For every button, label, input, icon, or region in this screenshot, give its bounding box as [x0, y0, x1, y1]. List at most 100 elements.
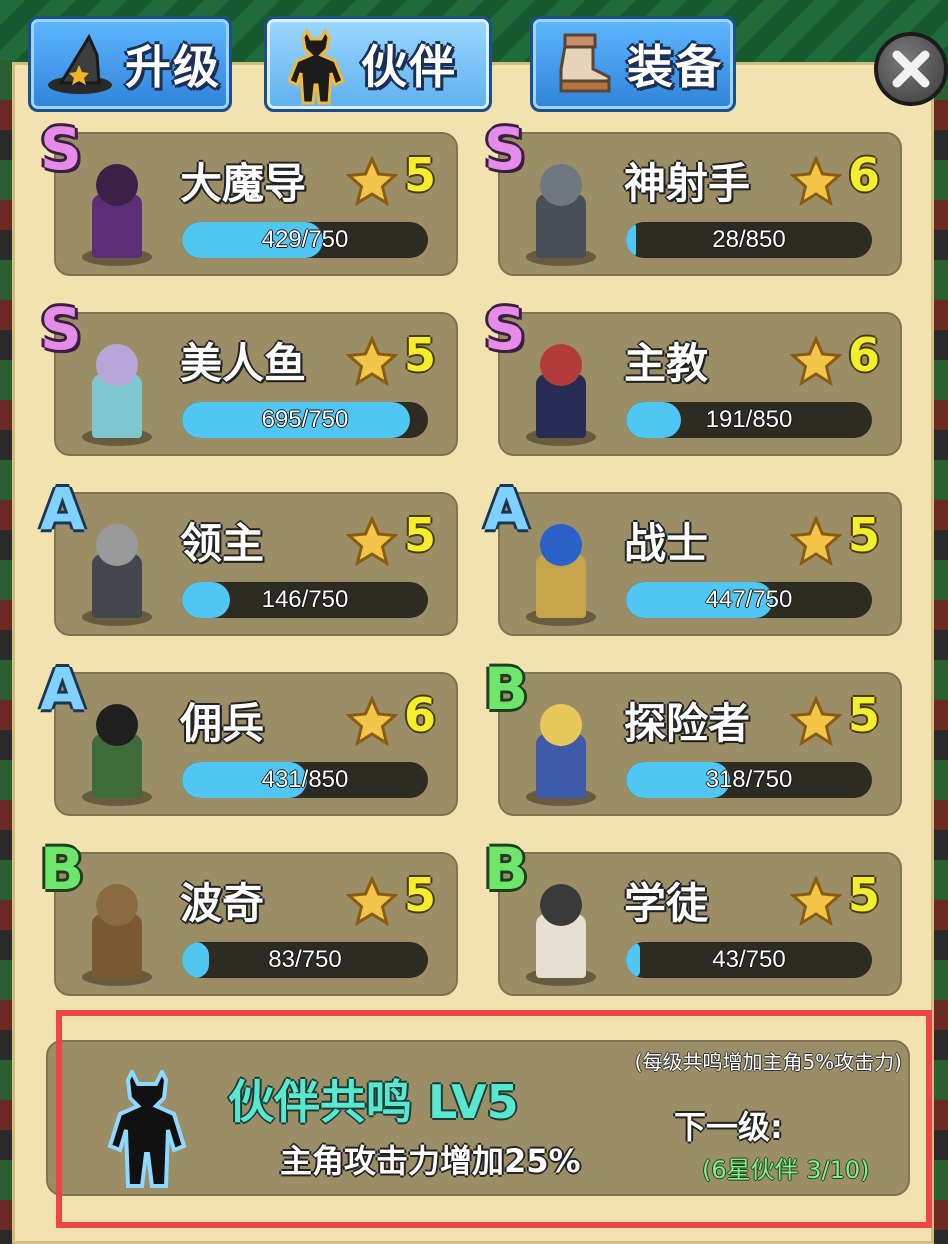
background-right-edge [934, 60, 948, 1244]
star-icon [790, 156, 842, 206]
grade-badge: S [484, 115, 526, 183]
portrait-head [96, 704, 138, 746]
progress-bar: 318/750 [626, 762, 872, 798]
partner-card-1[interactable]: S 大魔导 5 429/750 [40, 120, 458, 276]
partner-portrait [76, 334, 158, 446]
progress-bar: 447/750 [626, 582, 872, 618]
partner-portrait [76, 694, 158, 806]
close-button[interactable] [874, 32, 948, 106]
star-count: 6 [848, 148, 881, 202]
progress-text: 43/750 [712, 946, 786, 973]
progress-text: 83/750 [268, 946, 342, 973]
star-count: 5 [848, 688, 881, 742]
progress-text: 447/750 [705, 586, 793, 613]
tab-equipment[interactable]: 装备 [530, 16, 736, 112]
partner-name: 波奇 [180, 879, 265, 928]
star-count: 5 [404, 148, 437, 202]
partner-name: 学徒 [624, 879, 709, 928]
progress-text: 28/850 [712, 226, 786, 253]
star-icon [346, 336, 398, 386]
tab-equipment-label: 装备 [627, 40, 723, 94]
grade-badge: A [40, 655, 85, 723]
portrait-head [540, 344, 582, 386]
star-count: 5 [848, 868, 881, 922]
star-icon [346, 516, 398, 566]
partner-silhouette-icon [281, 28, 351, 105]
star-count: 6 [848, 328, 881, 382]
partner-portrait [520, 694, 602, 806]
resonance-note: (每级共鸣增加主角5%攻击力) [634, 1050, 902, 1074]
tab-upgrade[interactable]: 升级 [28, 16, 232, 112]
star-icon [346, 696, 398, 746]
star-icon [790, 876, 842, 926]
partner-portrait [520, 334, 602, 446]
progress-bar: 431/850 [182, 762, 428, 798]
partner-card-3[interactable]: S 美人鱼 5 695/750 [40, 300, 458, 456]
progress-text: 191/850 [705, 406, 793, 433]
partner-name: 领主 [180, 519, 265, 568]
portrait-head [540, 524, 582, 566]
star-icon [790, 696, 842, 746]
partner-card-7[interactable]: A 佣兵 6 431/850 [40, 660, 458, 816]
partner-silhouette-icon [102, 1067, 192, 1188]
progress-bar: 146/750 [182, 582, 428, 618]
progress-bar: 83/750 [182, 942, 428, 978]
partner-portrait [76, 514, 158, 626]
star-icon [790, 516, 842, 566]
progress-bar: 695/750 [182, 402, 428, 438]
portrait-head [540, 884, 582, 926]
partner-name: 探险者 [624, 699, 751, 748]
wizard-hat-icon [45, 29, 115, 99]
partner-name: 大魔导 [180, 159, 307, 208]
portrait-head [96, 884, 138, 926]
resonance-title: 伙伴共鸣 LV5 [228, 1075, 519, 1129]
partner-card-2[interactable]: S 神射手 6 28/850 [484, 120, 902, 276]
partner-card-9[interactable]: B 波奇 5 83/750 [40, 840, 458, 996]
partner-portrait [520, 514, 602, 626]
progress-text: 431/850 [261, 766, 349, 793]
tab-upgrade-label: 升级 [125, 40, 221, 94]
partner-resonance-panel: 伙伴共鸣 LV5 主角攻击力增加25% (每级共鸣增加主角5%攻击力) 下一级:… [46, 1040, 910, 1196]
next-level-label: 下一级: [674, 1108, 783, 1146]
partner-card-5[interactable]: A 领主 5 146/750 [40, 480, 458, 636]
star-count: 5 [404, 328, 437, 382]
grade-badge: A [40, 475, 85, 543]
grade-badge: S [484, 295, 526, 363]
grade-badge: B [40, 835, 85, 903]
portrait-head [96, 164, 138, 206]
progress-text: 429/750 [261, 226, 349, 253]
resonance-effect: 主角攻击力增加25% [280, 1142, 581, 1180]
star-icon [790, 336, 842, 386]
partner-name: 主教 [624, 339, 709, 388]
progress-text: 695/750 [261, 406, 349, 433]
tab-partner[interactable]: 伙伴 [264, 16, 492, 112]
partner-name: 美人鱼 [180, 339, 307, 388]
boot-icon [547, 29, 617, 99]
grade-badge: S [40, 295, 82, 363]
partner-card-6[interactable]: A 战士 5 447/750 [484, 480, 902, 636]
partner-card-10[interactable]: B 学徒 5 43/750 [484, 840, 902, 996]
progress-text: 146/750 [261, 586, 349, 613]
portrait-head [540, 704, 582, 746]
grade-badge: B [484, 655, 529, 723]
star-count: 5 [404, 508, 437, 562]
partner-card-8[interactable]: B 探险者 5 318/750 [484, 660, 902, 816]
progress-bar: 28/850 [626, 222, 872, 258]
close-icon [892, 50, 930, 88]
portrait-head [96, 344, 138, 386]
partner-portrait [76, 154, 158, 266]
star-icon [346, 156, 398, 206]
progress-text: 318/750 [705, 766, 793, 793]
portrait-head [540, 164, 582, 206]
progress-bar: 429/750 [182, 222, 428, 258]
star-count: 6 [404, 688, 437, 742]
progress-bar: 43/750 [626, 942, 872, 978]
star-count: 5 [848, 508, 881, 562]
next-level-requirement: (6星伙伴 3/10) [702, 1156, 870, 1184]
grade-badge: A [484, 475, 529, 543]
grade-badge: S [40, 115, 82, 183]
star-count: 5 [404, 868, 437, 922]
grade-badge: B [484, 835, 529, 903]
partner-card-4[interactable]: S 主教 6 191/850 [484, 300, 902, 456]
partner-name: 佣兵 [180, 699, 265, 748]
